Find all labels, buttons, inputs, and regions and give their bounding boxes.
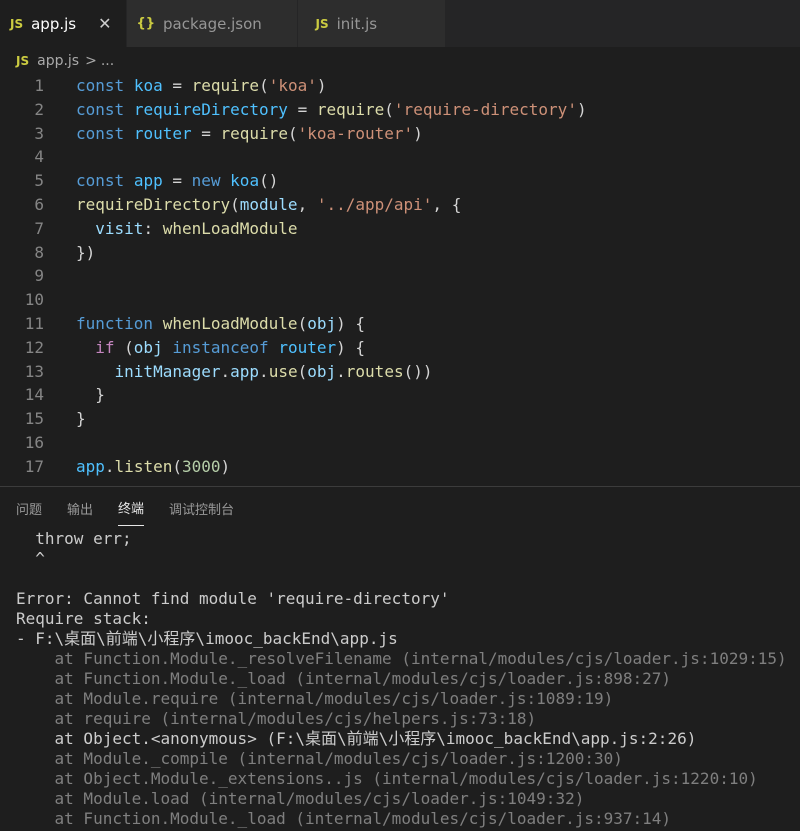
code-line: 12 if (obj instanceof router) { [0,336,800,360]
breadcrumb-file[interactable]: app.js [37,53,79,69]
code-text: }) [76,242,96,262]
tab-terminal[interactable]: 终端 [118,490,145,526]
terminal-line: at Module.require (internal/modules/cjs/… [16,689,614,708]
tab-label: init.js [336,14,378,33]
tab-problems[interactable]: 问题 [16,491,42,526]
line-number: 14 [24,385,44,405]
line-number: 4 [34,147,44,167]
terminal-line: at Module.load (internal/modules/cjs/loa… [16,789,585,808]
terminal-line: at Object.<anonymous> (F:\桌面\前端\小程序\imoo… [16,729,697,748]
breadcrumb: JS app.js > ... [0,48,800,74]
tab-label: app.js [31,14,77,33]
tab-package-json[interactable]: {} package.json [126,0,298,47]
code-line: 11 function whenLoadModule(obj) { [0,312,800,336]
terminal-line: at Function.Module._resolveFilename (int… [16,649,787,668]
panel-tab-bar: 问题 输出 终端 调试控制台 [0,487,800,529]
code-line: 2 const requireDirectory = require('requi… [0,98,800,122]
code-text: const requireDirectory = require('requir… [76,99,587,119]
code-line: 4 [0,145,800,169]
tab-label: package.json [163,14,262,33]
bottom-panel: 问题 输出 终端 调试控制台 throw err; ^ Error: Canno… [0,486,800,831]
terminal-line: at Module._compile (internal/modules/cjs… [16,749,623,768]
code-line: 17 app.listen(3000) [0,455,800,479]
terminal-line: - F:\桌面\前端\小程序\imooc_backEnd\app.js [16,629,398,648]
tab-init-js[interactable]: JS init.js [297,0,446,47]
terminal-line: at Function.Module._load (internal/modul… [16,809,672,828]
code-line: 6 requireDirectory(module, '../app/api', … [0,193,800,217]
terminal-line: Error: Cannot find module 'require-direc… [16,589,450,608]
code-editor[interactable]: 1 const koa = require('koa') 2 const requi… [0,74,800,480]
line-number: 15 [24,409,44,429]
js-file-icon: JS [10,16,24,31]
code-text: const koa = require('koa') [76,76,327,95]
code-line: 5 const app = new koa() [0,169,800,193]
terminal-output[interactable]: throw err; ^ Error: Cannot find module '… [0,529,800,829]
js-file-icon: JS [315,16,329,31]
line-number: 3 [34,123,44,143]
chevron-right-icon: > [85,53,97,69]
close-icon[interactable]: ✕ [98,14,111,33]
line-number: 13 [24,361,44,381]
code-text: visit: whenLoadModule [95,218,298,238]
terminal-line: at require (internal/modules/cjs/helpers… [16,709,537,728]
code-line: 14 } [0,383,800,407]
code-text: } [76,385,105,405]
editor-tab-bar: JS app.js ✕ {} package.json JS init.js [0,0,800,48]
code-line: 15} [0,407,800,431]
code-text: requireDirectory(module, '../app/api', { [76,194,462,214]
line-number: 12 [24,337,44,357]
code-line: 1 const koa = require('koa') [0,74,800,98]
code-text: const app = new koa() [76,171,279,191]
code-line: 16 [0,431,800,455]
terminal-line: Require stack: [16,609,151,628]
terminal-line: ^ [16,549,45,568]
line-number: 8 [34,242,44,262]
line-number: 2 [34,99,44,119]
line-number: 17 [24,456,44,476]
code-line: 8}) [0,241,800,265]
code-text: if (obj instanceof router) { [95,337,366,357]
breadcrumb-more[interactable]: ... [101,53,114,69]
line-number: 11 [24,313,44,333]
code-line: 7 visit: whenLoadModule [0,217,800,241]
code-line: 13 initManager.app.use(obj.routes()) [0,360,800,384]
code-text: } [76,409,86,429]
line-number: 10 [24,290,44,310]
code-line: 9 [0,264,800,288]
code-line: 3 const router = require('koa-router') [0,122,800,146]
tab-app-js[interactable]: JS app.js ✕ [0,0,127,47]
line-number: 1 [34,76,44,95]
js-file-icon: JS [16,54,30,68]
line-number: 5 [34,171,44,191]
code-text: app.listen(3000) [76,456,231,476]
terminal-line: at Function.Module._load (internal/modul… [16,669,672,688]
code-text: function whenLoadModule(obj) { [76,313,366,333]
terminal-line: throw err; [16,529,132,548]
line-number: 16 [24,432,44,452]
code-text: initManager.app.use(obj.routes()) [114,361,433,381]
tab-debug-console[interactable]: 调试控制台 [169,491,234,526]
line-number: 9 [34,266,44,286]
line-number: 7 [34,218,44,238]
json-file-icon: {} [136,16,156,31]
code-line: 10 [0,288,800,312]
code-text: const router = require('koa-router') [76,123,423,143]
tab-output[interactable]: 输出 [67,491,93,526]
line-number: 6 [34,194,44,214]
terminal-line: at Object.Module._extensions..js (intern… [16,769,758,788]
